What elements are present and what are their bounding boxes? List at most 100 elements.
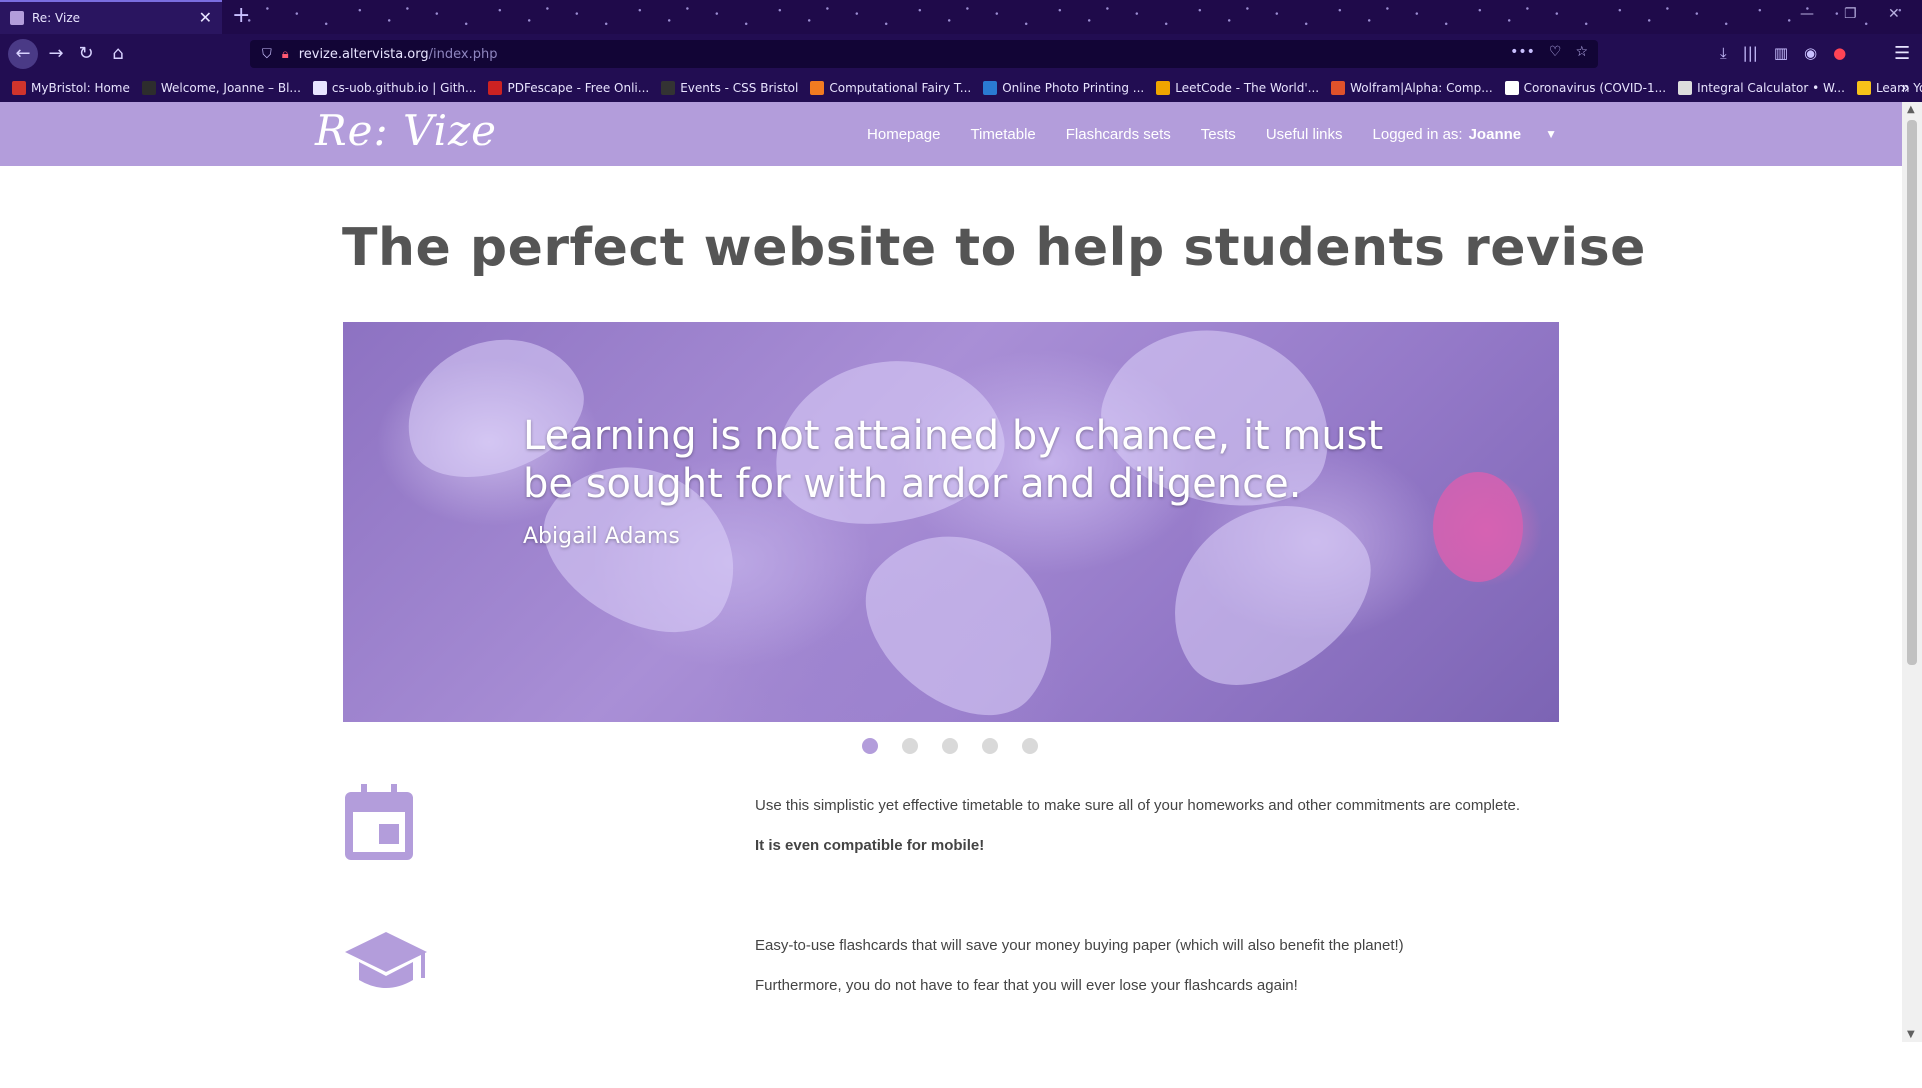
feature-flashcards-note: Furthermore, you do not have to fear tha… — [755, 977, 1298, 994]
library-icon[interactable]: ||| — [1743, 44, 1758, 62]
bookmark-favicon-icon — [1856, 81, 1871, 95]
extension-icon[interactable]: ● — [1833, 44, 1846, 62]
site-logo[interactable]: Re: Vize — [315, 106, 497, 155]
back-arrow-icon[interactable]: ← — [8, 39, 38, 69]
bookmark-label: cs-uob.github.io | Gith... — [331, 81, 477, 95]
flower-petal — [834, 496, 1092, 722]
bookmark-label: Online Photo Printing ... — [1002, 81, 1145, 95]
flower-bud — [1433, 472, 1523, 582]
site-nav-links: Homepage Timetable Flashcards sets Tests… — [867, 102, 1557, 166]
site-header: Re: Vize Homepage Timetable Flashcards s… — [0, 102, 1902, 166]
feature-timetable-text: Use this simplistic yet effective timeta… — [755, 794, 1555, 874]
url-host: revize.altervista.org — [298, 46, 429, 62]
minimize-icon[interactable]: — — [1800, 6, 1814, 22]
bookmark-item[interactable]: cs-uob.github.io | Gith... — [312, 81, 477, 95]
carousel-dot[interactable] — [942, 738, 958, 754]
scroll-up-icon[interactable]: ▲ — [1907, 104, 1915, 115]
page-actions-icon[interactable]: ••• — [1510, 44, 1535, 60]
carousel-indicators — [862, 738, 1038, 754]
bookmark-item[interactable]: LeetCode - The World'... — [1156, 81, 1319, 95]
bookmark-label: Integral Calculator • W... — [1697, 81, 1845, 95]
scroll-thumb[interactable] — [1907, 120, 1917, 665]
carousel-quote: Learning is not attained by chance, it m… — [523, 413, 1384, 507]
calendar-icon — [343, 784, 423, 864]
bookmark-favicon-icon — [1678, 81, 1693, 95]
bookmark-favicon-icon — [1504, 81, 1519, 95]
nav-timetable[interactable]: Timetable — [970, 126, 1035, 143]
feature-timetable-desc: Use this simplistic yet effective timeta… — [755, 797, 1521, 814]
restore-icon[interactable]: ❐ — [1844, 6, 1857, 22]
bookmark-label: LeetCode - The World'... — [1175, 81, 1320, 95]
tab-title: Re: Vize — [32, 11, 80, 25]
feature-flashcards-text: Easy-to-use flashcards that will save yo… — [755, 934, 1555, 1014]
scroll-down-icon[interactable]: ▼ — [1907, 1029, 1915, 1040]
quote-carousel[interactable]: Learning is not attained by chance, it m… — [343, 322, 1559, 722]
bookmark-item[interactable]: PDFescape - Free Onli... — [488, 81, 649, 95]
nav-homepage[interactable]: Homepage — [867, 126, 940, 143]
pocket-icon[interactable]: ♡ — [1549, 44, 1562, 60]
site-favicon-icon — [10, 11, 24, 25]
carousel-dot[interactable] — [982, 738, 998, 754]
bookmark-label: Learn You a Haskell fo... — [1875, 81, 1922, 95]
window-close-icon[interactable]: ✕ — [1888, 6, 1900, 22]
downloads-icon[interactable]: ⤓ — [1720, 44, 1727, 62]
bookmark-favicon-icon — [661, 81, 676, 95]
carousel-dot[interactable] — [862, 738, 878, 754]
bookmark-label: PDFescape - Free Onli... — [507, 81, 650, 95]
bookmark-label: Welcome, Joanne – Bl... — [160, 81, 301, 95]
user-menu[interactable]: Logged in as: Joanne ▼ — [1373, 126, 1557, 143]
bookmark-star-icon[interactable]: ☆ — [1575, 44, 1588, 60]
feature-flashcards-desc: Easy-to-use flashcards that will save yo… — [755, 937, 1404, 954]
bookmark-item[interactable]: Coronavirus (COVID-1... — [1504, 81, 1667, 95]
page-headline: The perfect website to help students rev… — [342, 218, 1646, 278]
bookmark-label: Wolfram|Alpha: Comp... — [1350, 81, 1493, 95]
carousel-dot[interactable] — [902, 738, 918, 754]
bookmark-item[interactable]: Online Photo Printing ... — [983, 81, 1144, 95]
bookmark-favicon-icon — [141, 81, 156, 95]
tracking-shield-icon[interactable]: ⛉ — [262, 47, 272, 62]
carousel-author: Abigail Adams — [523, 524, 680, 549]
tab-close-icon[interactable]: ✕ — [199, 10, 212, 26]
hamburger-menu-icon[interactable]: ☰ — [1894, 43, 1910, 64]
insecure-lock-icon[interactable]: 🔒︎ — [282, 47, 289, 62]
sidebar-icon[interactable]: ▥ — [1774, 44, 1788, 62]
account-icon[interactable]: ◉ — [1804, 44, 1817, 62]
forward-arrow-icon[interactable]: → — [44, 42, 68, 66]
bookmark-label: MyBristol: Home — [31, 81, 130, 95]
bookmark-favicon-icon — [488, 81, 503, 95]
bookmark-favicon-icon — [312, 81, 327, 95]
home-icon[interactable]: ⌂ — [106, 42, 130, 66]
bookmark-item[interactable]: Events - CSS Bristol — [661, 81, 798, 95]
new-tab-button[interactable]: + — [232, 4, 250, 28]
bookmark-favicon-icon — [810, 81, 825, 95]
carousel-dot[interactable] — [1022, 738, 1038, 754]
nav-useful-links[interactable]: Useful links — [1266, 126, 1343, 143]
nav-tests[interactable]: Tests — [1201, 126, 1236, 143]
caret-down-icon[interactable]: ▼ — [1545, 127, 1557, 141]
bookmark-item[interactable]: Welcome, Joanne – Bl... — [141, 81, 301, 95]
graduation-cap-icon — [343, 930, 427, 1010]
bookmark-item[interactable]: Learn You a Haskell fo... — [1856, 81, 1922, 95]
bookmarks-toolbar: MyBristol: Home Welcome, Joanne – Bl... cs… — [0, 74, 1922, 102]
page-scrollbar[interactable]: ▲ ▼ — [1902, 102, 1922, 1042]
bookmark-label: Events - CSS Bristol — [680, 81, 799, 95]
bookmark-favicon-icon — [983, 81, 998, 95]
bookmark-favicon-icon — [1331, 81, 1346, 95]
bookmark-label: Coronavirus (COVID-1... — [1523, 81, 1667, 95]
browser-toolbar: ← → ↻ ⌂ ⛉ 🔒︎ revize.altervista.org/index… — [0, 34, 1922, 74]
bookmark-item[interactable]: Computational Fairy T... — [810, 81, 971, 95]
bookmark-favicon-icon — [1156, 81, 1171, 95]
browser-tab-bar: Re: Vize ✕ + — ❐ ✕ — [0, 0, 1922, 34]
bookmark-item[interactable]: MyBristol: Home — [12, 81, 130, 95]
reload-icon[interactable]: ↻ — [74, 42, 98, 66]
bookmarks-overflow-icon[interactable]: » — [1900, 78, 1910, 97]
browser-tab-active[interactable]: Re: Vize ✕ — [0, 0, 222, 34]
bookmark-favicon-icon — [12, 81, 26, 95]
nav-flashcards[interactable]: Flashcards sets — [1066, 126, 1171, 143]
url-bar[interactable]: ⛉ 🔒︎ revize.altervista.org/index.php •••… — [250, 40, 1598, 68]
bookmark-item[interactable]: Integral Calculator • W... — [1678, 81, 1845, 95]
feature-timetable-note: It is even compatible for mobile! — [755, 837, 985, 854]
bookmark-item[interactable]: Wolfram|Alpha: Comp... — [1331, 81, 1493, 95]
bookmark-label: Computational Fairy T... — [829, 81, 972, 95]
user-name: Joanne — [1468, 125, 1522, 143]
